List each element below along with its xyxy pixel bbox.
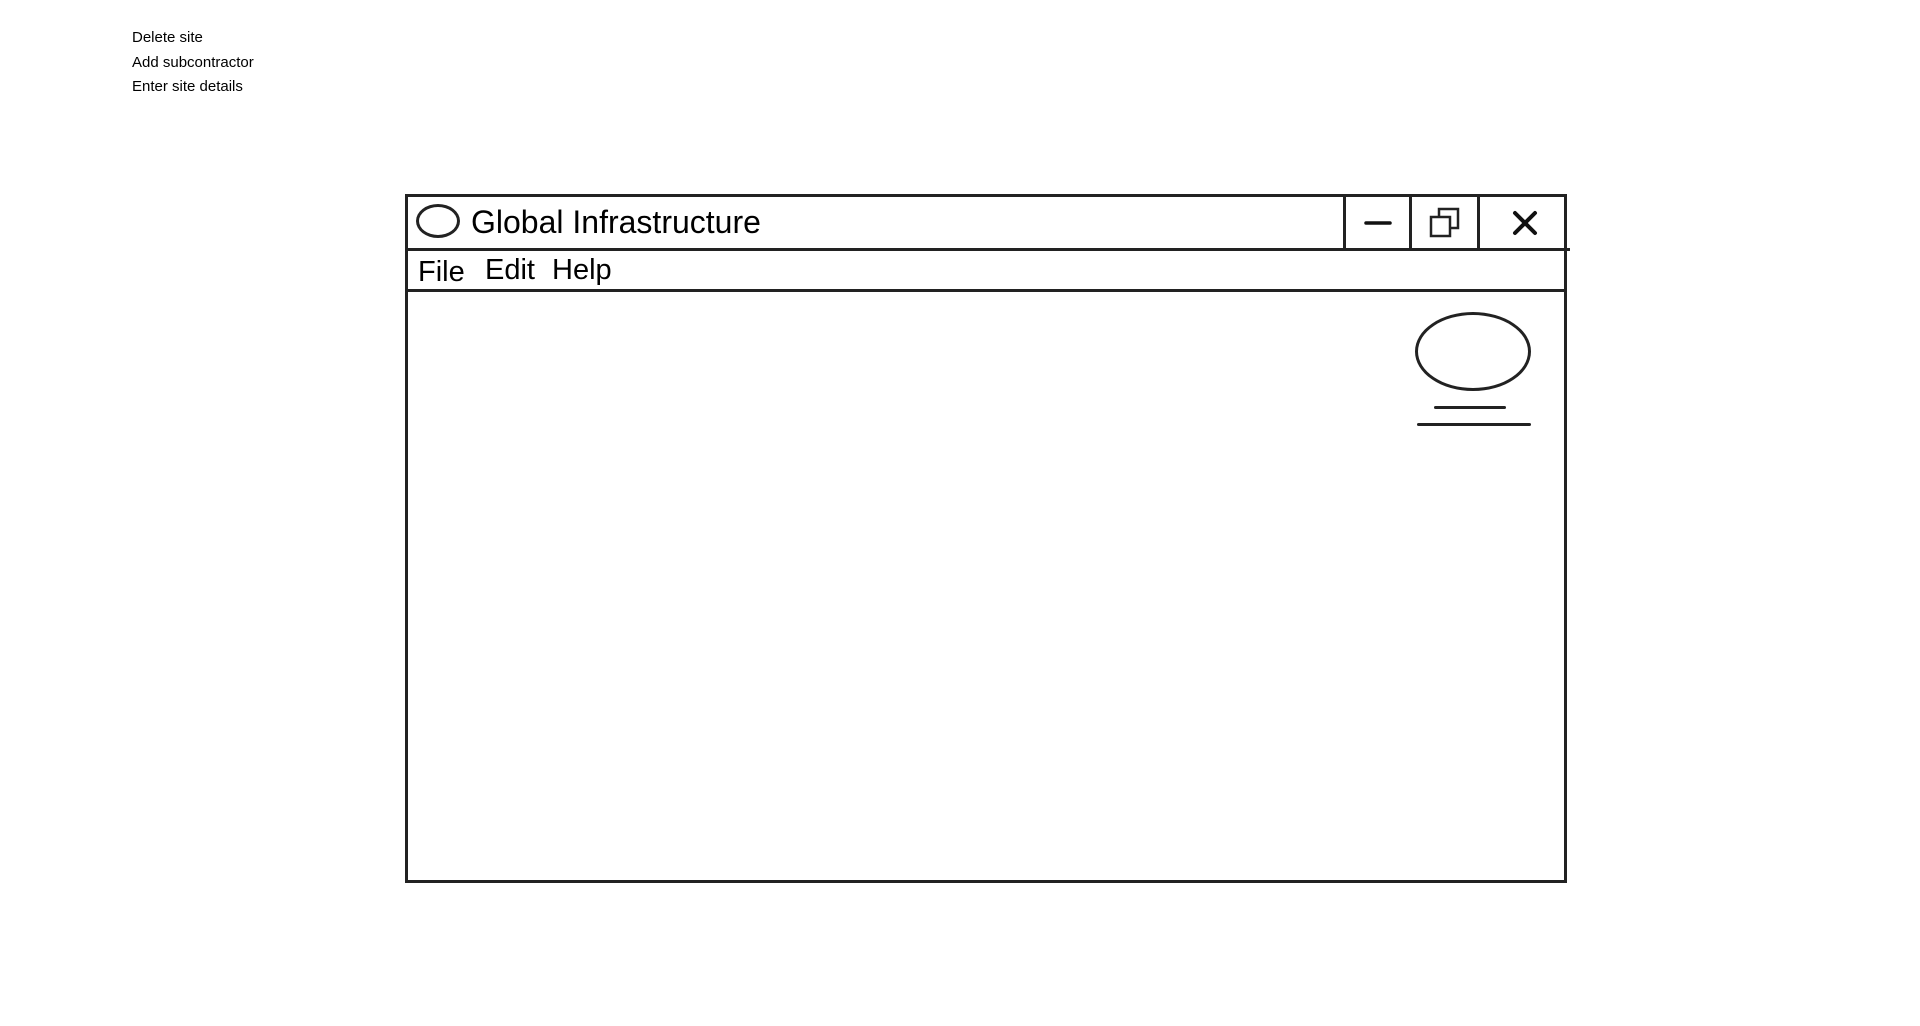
enter-site-details-action[interactable]: Enter site details [132,75,254,100]
restore-button[interactable] [1412,197,1480,251]
avatar-name-line [1434,406,1506,409]
app-icon [416,204,460,238]
add-subcontractor-action[interactable]: Add subcontractor [132,51,254,76]
minimize-icon [1363,220,1392,225]
window-title: Global Infrastructure [471,204,761,240]
avatar-detail-line [1417,423,1531,426]
content-area [408,292,1564,880]
menu-file[interactable]: File [418,255,465,289]
action-list: Delete site Add subcontractor Enter site… [132,26,254,100]
menu-edit[interactable]: Edit [485,253,535,287]
minimize-button[interactable] [1346,197,1412,251]
close-icon [1513,210,1537,235]
app-window: Global Infrastructure File Edit Help [405,194,1570,883]
restore-icon [1429,207,1459,237]
delete-site-action[interactable]: Delete site [132,26,254,51]
menu-bar: File Edit Help [408,251,1564,292]
menu-help[interactable]: Help [552,253,612,287]
title-bar[interactable]: Global Infrastructure [408,197,1346,251]
avatar-circle [1415,312,1531,391]
close-button[interactable] [1480,197,1570,251]
